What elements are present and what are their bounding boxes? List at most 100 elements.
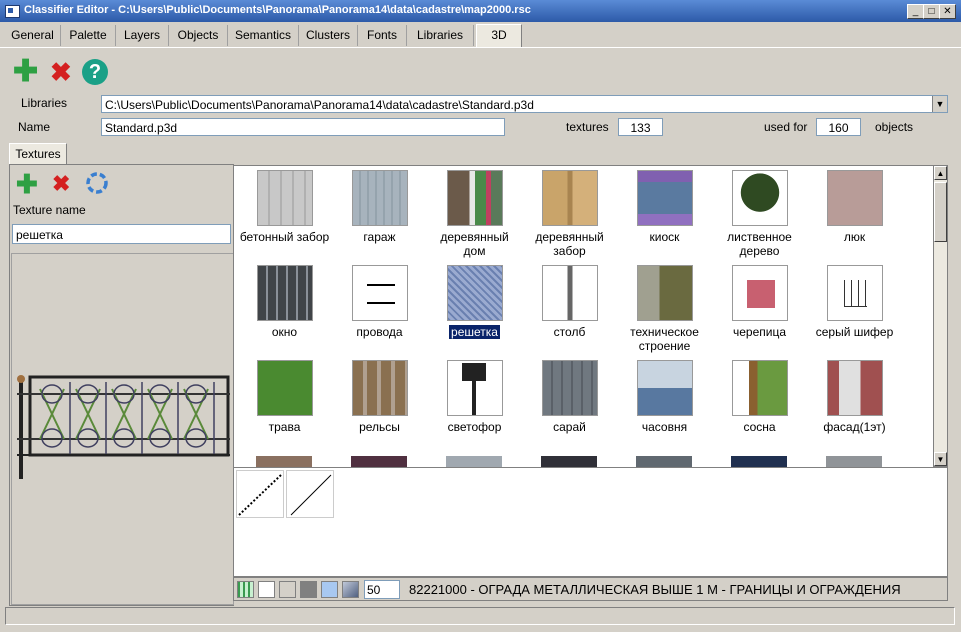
texture-item[interactable]: бетонный забор [237, 166, 332, 244]
used-for-label: used for [764, 120, 808, 134]
scroll-down-icon[interactable]: ▼ [934, 452, 947, 466]
texture-item[interactable]: сосна [712, 356, 807, 434]
texture-name-input[interactable]: решетка [12, 224, 231, 244]
texture-item[interactable]: деревянный дом [427, 166, 522, 258]
delete-texture-button[interactable]: ✖ [52, 170, 70, 198]
dark-background-icon[interactable] [300, 581, 317, 598]
tab-clusters[interactable]: Clusters [299, 25, 358, 46]
tab-palette[interactable]: Palette [61, 25, 116, 46]
tab-textures[interactable]: Textures [9, 143, 67, 164]
texture-item[interactable]: окно [237, 261, 332, 339]
line-style-item[interactable] [236, 470, 284, 518]
chapel-thumbnail [636, 360, 693, 416]
kiosk-thumbnail [636, 170, 693, 226]
zoom-input[interactable]: 50 [364, 580, 400, 599]
texture-item[interactable]: фасад(1эт) [807, 356, 902, 434]
texture-label: сарай [553, 420, 586, 434]
texture-label: провода [356, 325, 403, 339]
texture-item[interactable]: техническое строение [617, 261, 712, 353]
texture-item[interactable]: люк [807, 166, 902, 244]
texture-item[interactable]: лиственное дерево [712, 166, 807, 258]
objects-label: objects [875, 120, 914, 134]
status-bar: 50 82221000 - ОГРАДА МЕТАЛЛИЧЕСКАЯ ВЫШЕ … [233, 577, 948, 601]
texture-item[interactable]: светофор [427, 356, 522, 434]
texture-item[interactable]: гараж [332, 166, 427, 244]
window-status-bar [5, 607, 955, 625]
technical-building-thumbnail [636, 265, 693, 321]
texture-label: сосна [743, 420, 776, 434]
vertical-scrollbar[interactable]: ▲ ▼ [933, 165, 948, 467]
image-icon[interactable] [342, 581, 359, 598]
scroll-thumb[interactable] [934, 182, 947, 242]
roof-tile-thumbnail [731, 265, 788, 321]
textures-count: 133 [618, 118, 663, 136]
wooden-fence-thumbnail [541, 170, 598, 226]
textures-label: textures [566, 120, 609, 134]
tab-general[interactable]: General [5, 25, 61, 46]
libraries-value: C:\Users\Public\Documents\Panorama\Panor… [105, 98, 534, 112]
tab-fonts[interactable]: Fonts [358, 25, 407, 46]
texture-label: деревянный дом [440, 230, 509, 258]
facade-thumbnail [826, 360, 883, 416]
tab-divider [0, 47, 961, 48]
grid-view-icon[interactable] [237, 581, 254, 598]
texture-label: рельсы [359, 420, 400, 434]
name-label: Name [18, 120, 51, 134]
rails-thumbnail [351, 360, 408, 416]
window-thumbnail [256, 265, 313, 321]
wires-thumbnail [351, 265, 408, 321]
texture-preview [11, 253, 234, 605]
texture-item[interactable]: рельсы [332, 356, 427, 434]
add-texture-button[interactable]: ✚ [16, 170, 38, 198]
chevron-down-icon[interactable]: ▼ [932, 96, 947, 112]
gray-slate-thumbnail [826, 265, 883, 321]
libraries-label: Libraries [21, 96, 68, 110]
app-icon [5, 5, 20, 18]
texture-item[interactable]: столб [522, 261, 617, 339]
tab-semantics[interactable]: Semantics [228, 25, 299, 46]
add-library-button[interactable]: ✚ [13, 57, 38, 87]
used-for-count: 160 [816, 118, 861, 136]
grass-thumbnail [256, 360, 313, 416]
wooden-house-thumbnail [446, 170, 503, 226]
line-style-item[interactable] [286, 470, 334, 518]
texture-item[interactable]: черепица [712, 261, 807, 339]
close-button[interactable]: ✕ [939, 4, 956, 19]
texture-name-label: Texture name [13, 203, 86, 217]
tab-layers[interactable]: Layers [116, 25, 169, 46]
tab-3d[interactable]: 3D [476, 24, 522, 48]
tab-libraries[interactable]: Libraries [407, 25, 474, 46]
white-background-icon[interactable] [258, 581, 275, 598]
refresh-icon[interactable] [84, 170, 110, 196]
texture-item-selected[interactable]: решетка [427, 261, 522, 340]
minimize-button[interactable]: _ [907, 4, 924, 19]
texture-item[interactable]: киоск [617, 166, 712, 244]
maximize-button[interactable]: □ [923, 4, 940, 19]
tab-objects[interactable]: Objects [169, 25, 228, 46]
texture-item[interactable]: провода [332, 261, 427, 339]
garage-thumbnail [351, 170, 408, 226]
texture-item[interactable]: серый шифер [807, 261, 902, 339]
title-bar[interactable]: Classifier Editor - C:\Users\Public\Docu… [0, 0, 961, 22]
blue-background-icon[interactable] [321, 581, 338, 598]
grating-thumbnail [446, 265, 503, 321]
delete-library-button[interactable]: ✖ [50, 58, 72, 86]
texture-label: бетонный забор [239, 230, 330, 244]
scroll-up-icon[interactable]: ▲ [934, 166, 947, 180]
window-title: Classifier Editor - C:\Users\Public\Docu… [24, 4, 531, 16]
deciduous-tree-thumbnail [731, 170, 788, 226]
gray-background-icon[interactable] [279, 581, 296, 598]
line-style-panel [233, 467, 948, 577]
name-input[interactable]: Standard.p3d [101, 118, 505, 136]
texture-item[interactable]: деревянный забор [522, 166, 617, 258]
traffic-light-thumbnail [446, 360, 503, 416]
texture-label: серый шифер [815, 325, 894, 339]
texture-label: люк [843, 230, 866, 244]
libraries-select[interactable]: C:\Users\Public\Documents\Panorama\Panor… [101, 95, 948, 113]
texture-item[interactable]: сарай [522, 356, 617, 434]
help-button[interactable]: ? [82, 59, 108, 85]
texture-label: киоск [649, 230, 680, 244]
texture-item[interactable]: часовня [617, 356, 712, 434]
texture-grid[interactable]: бетонный забор гараж деревянный дом дере… [233, 165, 935, 469]
texture-item[interactable]: трава [237, 356, 332, 434]
